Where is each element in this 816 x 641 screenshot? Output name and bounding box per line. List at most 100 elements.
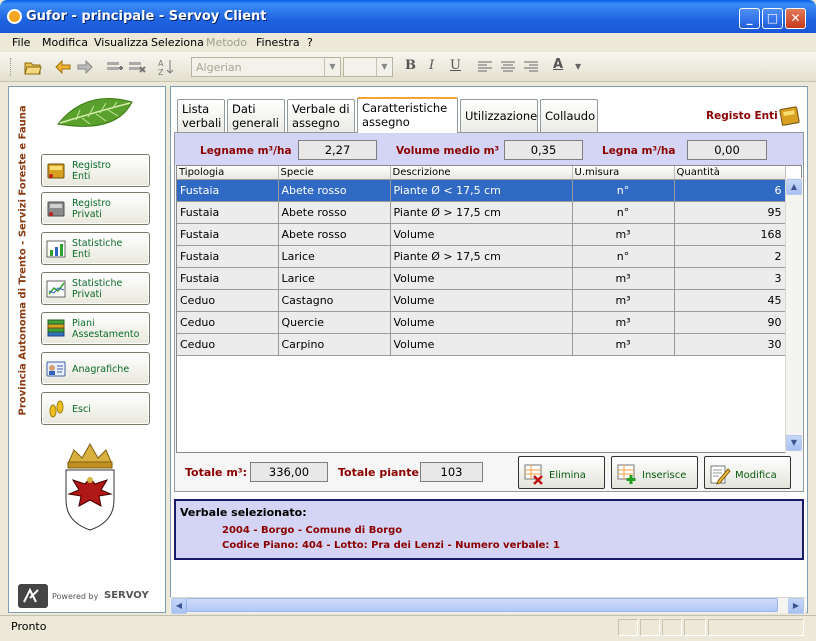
text-color-button[interactable]: A: [553, 57, 563, 72]
back-arrow-icon[interactable]: [55, 60, 71, 74]
delete-record-icon[interactable]: [128, 59, 146, 75]
menu-visualizza[interactable]: Visualizza: [94, 36, 148, 49]
scroll-up-icon[interactable]: ▲: [786, 179, 802, 195]
table-cell[interactable]: Abete rosso: [278, 179, 391, 202]
table-cell[interactable]: 2: [674, 245, 786, 268]
table-cell[interactable]: Ceduo: [177, 311, 279, 334]
nav-registro-privati-button[interactable]: Registro Privati: [41, 192, 150, 225]
table-cell[interactable]: m³: [572, 223, 675, 246]
menu-finestra[interactable]: Finestra: [256, 36, 300, 49]
table-cell[interactable]: 30: [674, 333, 786, 356]
nav-statistiche-privati-button[interactable]: Statistiche Privati: [41, 272, 150, 305]
open-folder-icon[interactable]: [24, 59, 42, 75]
table-row[interactable]: Fustaia Larice Volume m³ 3: [177, 267, 786, 290]
sort-icon[interactable]: AZ: [157, 58, 175, 76]
table-cell[interactable]: Volume: [390, 267, 573, 290]
bold-button[interactable]: B: [405, 58, 416, 73]
tab-collaudo[interactable]: Collaudo: [540, 99, 598, 132]
menu-help[interactable]: ?: [307, 36, 313, 49]
column-header[interactable]: Tipologia: [177, 166, 279, 180]
align-right-icon[interactable]: [524, 61, 538, 73]
table-cell[interactable]: Volume: [390, 289, 573, 312]
table-row[interactable]: Fustaia Abete rosso Piante Ø > 17,5 cm n° 95: [177, 201, 786, 224]
nav-anagrafiche-button[interactable]: Anagrafiche: [41, 352, 150, 385]
table-cell[interactable]: Abete rosso: [278, 201, 391, 224]
menu-modifica[interactable]: Modifica: [42, 36, 88, 49]
tab-verbale-di-assegno[interactable]: Verbale di assegno: [287, 99, 355, 132]
column-header[interactable]: Specie: [278, 166, 391, 180]
table-cell[interactable]: Ceduo: [177, 333, 279, 356]
nav-statistiche-enti-button[interactable]: Statistiche Enti: [41, 232, 150, 265]
table-cell[interactable]: Fustaia: [177, 201, 279, 224]
close-button[interactable]: ✕: [785, 8, 806, 29]
align-left-icon[interactable]: [478, 61, 492, 73]
table-cell[interactable]: Volume: [390, 311, 573, 334]
table-cell[interactable]: Quercie: [278, 311, 391, 334]
table-cell[interactable]: Piante Ø < 17,5 cm: [390, 179, 573, 202]
scroll-down-icon[interactable]: ▼: [786, 435, 802, 451]
column-header[interactable]: Descrizione: [390, 166, 573, 180]
table-cell[interactable]: Carpino: [278, 333, 391, 356]
scrollbar-thumb[interactable]: [186, 598, 778, 612]
nav-piani-assestamento-button[interactable]: Piani Assestamento: [41, 312, 150, 345]
column-header[interactable]: Quantità: [674, 166, 786, 180]
align-center-icon[interactable]: [501, 61, 515, 73]
table-cell[interactable]: n°: [572, 179, 675, 202]
table-row[interactable]: Fustaia Larice Piante Ø > 17,5 cm n° 2: [177, 245, 786, 268]
new-record-icon[interactable]: [106, 59, 124, 75]
nav-registro-enti-button[interactable]: Registro Enti: [41, 154, 150, 187]
table-row[interactable]: Ceduo Castagno Volume m³ 45: [177, 289, 786, 312]
underline-button[interactable]: U: [450, 58, 461, 73]
table-cell[interactable]: m³: [572, 267, 675, 290]
table-cell[interactable]: 95: [674, 201, 786, 224]
table-cell[interactable]: Larice: [278, 245, 391, 268]
maximize-button[interactable]: □: [762, 8, 783, 29]
chevron-down-icon[interactable]: ▼: [575, 62, 581, 71]
table-cell[interactable]: Fustaia: [177, 267, 279, 290]
table-cell[interactable]: 3: [674, 267, 786, 290]
table-cell[interactable]: Abete rosso: [278, 223, 391, 246]
table-cell[interactable]: Fustaia: [177, 245, 279, 268]
menu-file[interactable]: File: [12, 36, 30, 49]
table-cell[interactable]: n°: [572, 201, 675, 224]
table-cell[interactable]: m³: [572, 333, 675, 356]
book-icon[interactable]: [779, 105, 801, 127]
table-row[interactable]: Fustaia Abete rosso Volume m³ 168: [177, 223, 786, 246]
table-cell[interactable]: n°: [572, 245, 675, 268]
table-cell[interactable]: Piante Ø > 17,5 cm: [390, 201, 573, 224]
table-cell[interactable]: 6: [674, 179, 786, 202]
table-cell[interactable]: Larice: [278, 267, 391, 290]
tab-lista-verbali[interactable]: Lista verbali: [177, 99, 225, 132]
tab-dati-generali[interactable]: Dati generali: [227, 99, 285, 132]
table-cell[interactable]: 90: [674, 311, 786, 334]
nav-esci-button[interactable]: Esci: [41, 392, 150, 425]
table-row[interactable]: Ceduo Quercie Volume m³ 90: [177, 311, 786, 334]
table-cell[interactable]: Fustaia: [177, 223, 279, 246]
table-row[interactable]: Fustaia Abete rosso Piante Ø < 17,5 cm n° 6: [177, 179, 786, 202]
minimize-button[interactable]: _: [739, 8, 760, 29]
tab-caratteristiche-assegno[interactable]: Caratteristiche assegno: [357, 97, 458, 133]
scroll-left-icon[interactable]: ◀: [171, 598, 187, 614]
table-cell[interactable]: Castagno: [278, 289, 391, 312]
tab-utilizzazione[interactable]: Utilizzazione: [460, 99, 538, 132]
table-cell[interactable]: Volume: [390, 223, 573, 246]
table-cell[interactable]: m³: [572, 311, 675, 334]
table-cell[interactable]: Volume: [390, 333, 573, 356]
table-vertical-scrollbar[interactable]: ▲ ▼: [785, 178, 802, 453]
table-cell[interactable]: Fustaia: [177, 179, 279, 202]
column-header[interactable]: U.misura: [572, 166, 675, 180]
italic-button[interactable]: I: [429, 58, 434, 73]
table-cell[interactable]: Ceduo: [177, 289, 279, 312]
modifica-button[interactable]: Modifica: [704, 456, 791, 489]
menu-seleziona[interactable]: Seleziona: [151, 36, 204, 49]
table-cell[interactable]: m³: [572, 289, 675, 312]
scroll-right-icon[interactable]: ▶: [788, 598, 804, 614]
elimina-button[interactable]: Elimina: [518, 456, 605, 489]
inserisce-button[interactable]: Inserisce: [611, 456, 698, 489]
table-cell[interactable]: 168: [674, 223, 786, 246]
table-cell[interactable]: Piante Ø > 17,5 cm: [390, 245, 573, 268]
forward-arrow-icon[interactable]: [77, 60, 93, 74]
table-cell[interactable]: 45: [674, 289, 786, 312]
table-row[interactable]: Ceduo Carpino Volume m³ 30: [177, 333, 786, 356]
registo-enti-link[interactable]: Registo Enti: [706, 110, 778, 122]
